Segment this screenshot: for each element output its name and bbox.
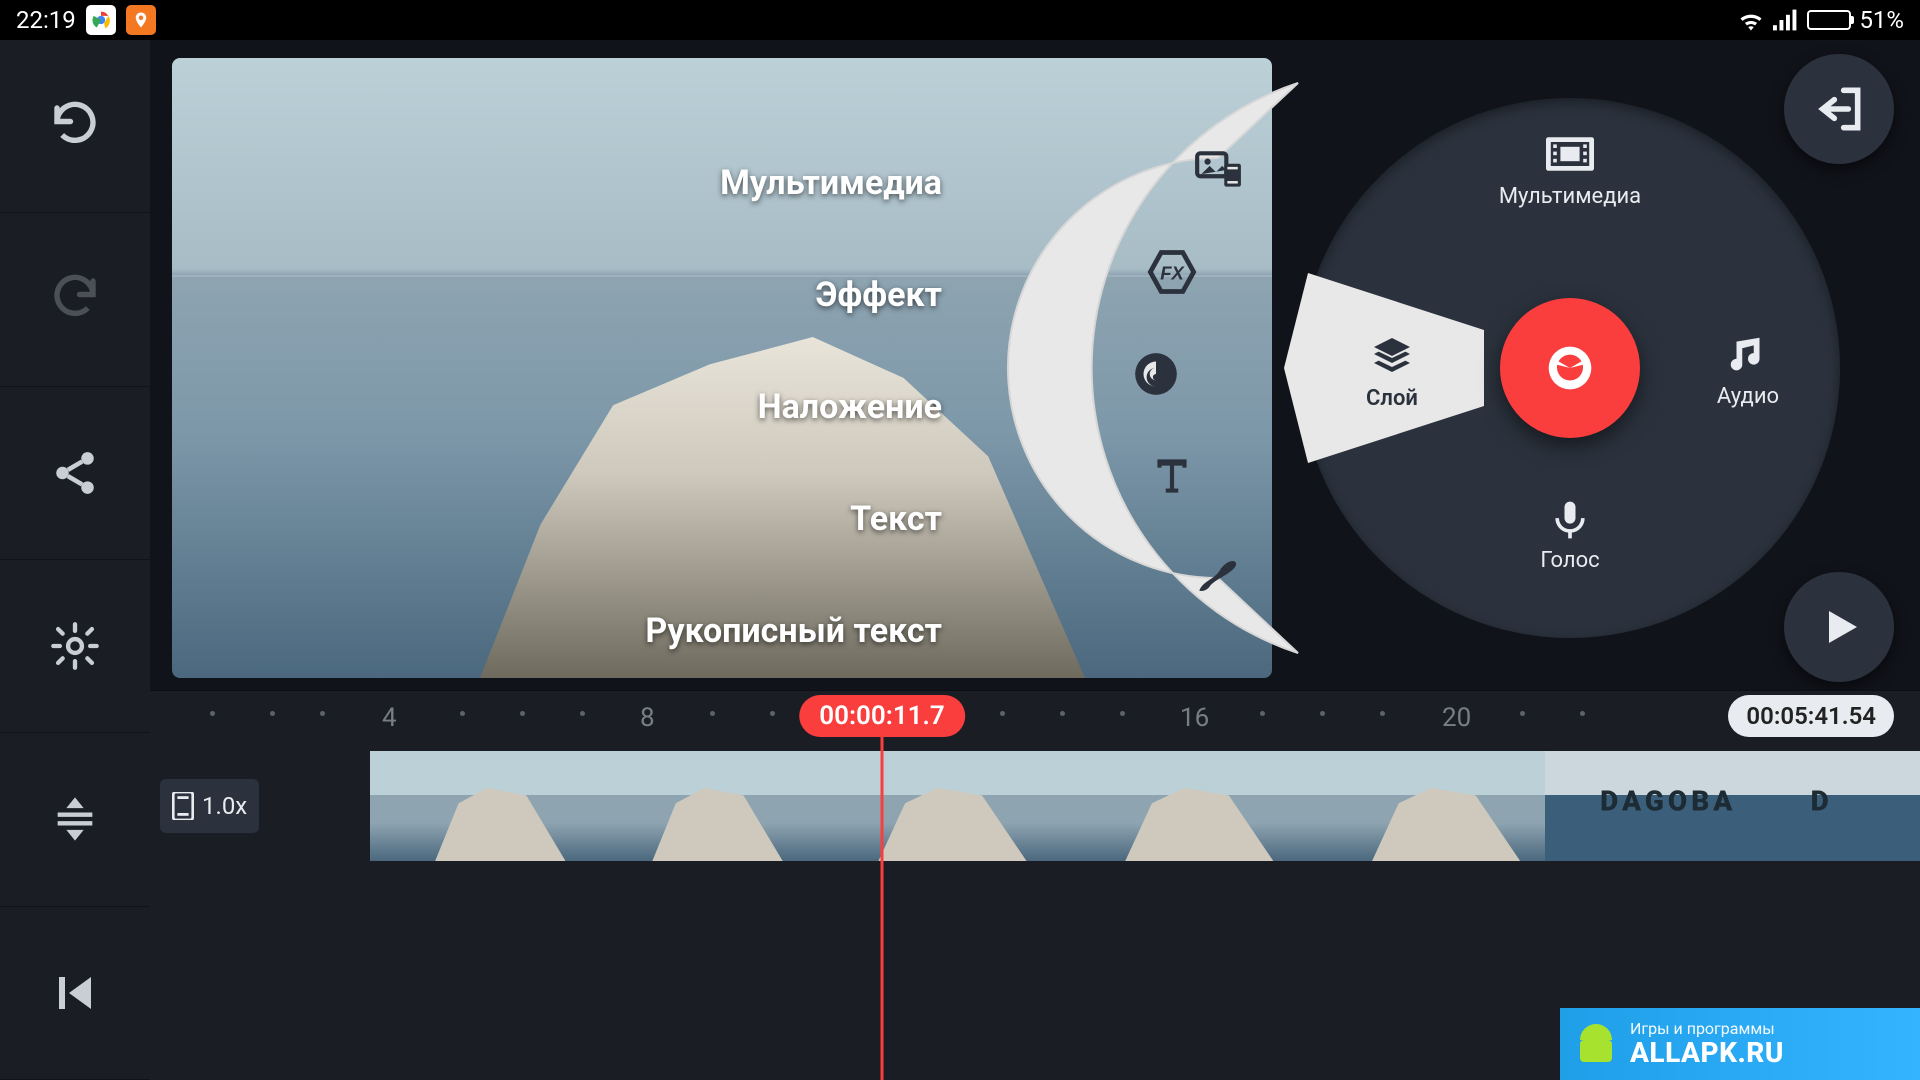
wifi-icon bbox=[1737, 9, 1765, 31]
action-wheel: FX bbox=[1300, 98, 1840, 638]
wheel-voice-button[interactable]: Голос bbox=[1495, 498, 1645, 573]
battery-icon bbox=[1807, 10, 1851, 30]
ruler-mark: 16 bbox=[1180, 703, 1209, 733]
preview-row: Мультимедиа Эффект Наложение Текст Рукоп… bbox=[150, 40, 1920, 690]
flyout-effect-button[interactable]: FX bbox=[1144, 244, 1200, 300]
ruler-mark: 4 bbox=[382, 703, 397, 733]
clip[interactable] bbox=[587, 751, 804, 861]
watermark: Игры и программы ALLAPK.RU bbox=[1560, 1008, 1920, 1080]
left-rail bbox=[0, 40, 150, 1080]
redo-button[interactable] bbox=[0, 213, 150, 386]
total-duration: 00:05:41.54 bbox=[1728, 695, 1894, 737]
flyout-label-multimedia: Мультимедиа bbox=[720, 163, 942, 203]
clip[interactable]: DAGOBA bbox=[1545, 751, 1792, 861]
speed-chip[interactable]: 1.0x bbox=[160, 779, 259, 833]
flyout-multimedia-button[interactable] bbox=[1190, 142, 1246, 198]
settings-button[interactable] bbox=[0, 560, 150, 733]
share-button[interactable] bbox=[0, 387, 150, 560]
rewind-button[interactable] bbox=[0, 907, 150, 1080]
flyout-text-button[interactable] bbox=[1144, 448, 1200, 504]
flyout-overlay-button[interactable] bbox=[1128, 346, 1184, 402]
battery-percent: 51% bbox=[1859, 6, 1904, 34]
record-button[interactable] bbox=[1500, 298, 1640, 438]
undo-button[interactable] bbox=[0, 40, 150, 213]
layer-flyout: FX bbox=[968, 58, 1328, 678]
expand-tracks-button[interactable] bbox=[0, 733, 150, 906]
wheel-multimedia-button[interactable]: Мультимедиа bbox=[1495, 130, 1645, 209]
chrome-icon bbox=[86, 5, 116, 35]
clip[interactable] bbox=[370, 751, 587, 861]
status-bar: 22:19 51% bbox=[0, 0, 1920, 40]
ruler-mark: 20 bbox=[1442, 703, 1471, 733]
status-time: 22:19 bbox=[16, 6, 76, 34]
wheel-layer-button[interactable]: Слой bbox=[1317, 332, 1467, 411]
flyout-handwriting-button[interactable] bbox=[1190, 546, 1246, 602]
flyout-label-effect: Эффект bbox=[815, 275, 942, 315]
app-icon-orange bbox=[126, 5, 156, 35]
signal-icon bbox=[1773, 9, 1799, 31]
timeline[interactable]: 4 8 16 20 00:00:11.7 00:05:41.54 1.0x bbox=[150, 690, 1920, 1080]
android-icon bbox=[1572, 1020, 1620, 1068]
clip[interactable] bbox=[1298, 751, 1545, 861]
exit-button[interactable] bbox=[1784, 54, 1894, 164]
playhead-time[interactable]: 00:00:11.7 bbox=[799, 695, 965, 737]
wheel-audio-button[interactable]: Аудио bbox=[1673, 332, 1823, 409]
clip[interactable] bbox=[804, 751, 1051, 861]
svg-text:FX: FX bbox=[1160, 263, 1185, 284]
ruler-mark: 8 bbox=[640, 703, 655, 733]
timeline-ruler[interactable]: 4 8 16 20 00:00:11.7 00:05:41.54 bbox=[150, 691, 1920, 741]
playhead-line[interactable] bbox=[881, 737, 884, 1080]
play-button[interactable] bbox=[1784, 572, 1894, 682]
clip[interactable]: D bbox=[1792, 751, 1920, 861]
clip[interactable] bbox=[1051, 751, 1298, 861]
video-track[interactable]: 1.0x DAGOBA D bbox=[160, 751, 1920, 861]
